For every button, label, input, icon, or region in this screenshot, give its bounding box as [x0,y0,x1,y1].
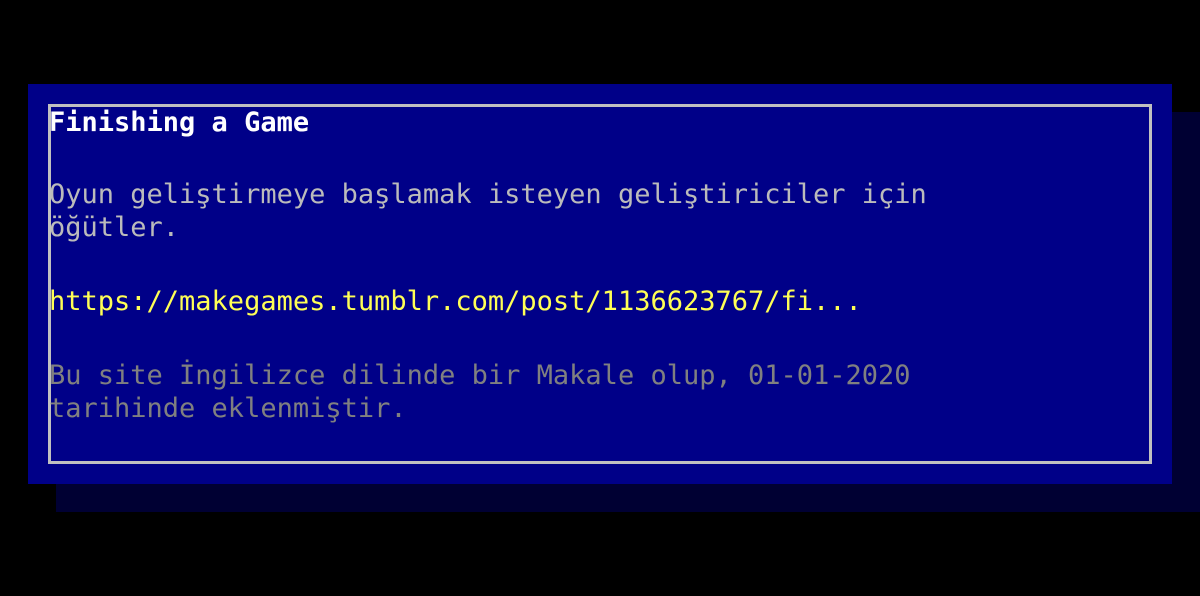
card-content: Finishing a Game Oyun geliştirmeye başla… [49,106,1049,425]
card-title: Finishing a Game [49,107,310,138]
card-meta: Bu site İngilizce dilinde bir Makale olu… [49,360,911,424]
bookmark-card: Finishing a Game Oyun geliştirmeye başla… [28,84,1172,484]
page: Finishing a Game Oyun geliştirmeye başla… [0,0,1200,596]
card-description: Oyun geliştirmeye başlamak isteyen geliş… [49,179,927,243]
card-link[interactable]: https://makegames.tumblr.com/post/113662… [49,285,1049,318]
